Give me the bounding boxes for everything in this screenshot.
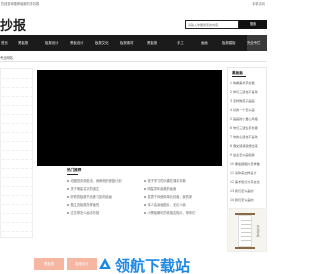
search-button[interactable]: 搜索 xyxy=(239,20,267,29)
bullet-icon xyxy=(144,212,146,214)
bullet-icon xyxy=(67,204,69,206)
nav-item-drawing[interactable]: 画画 xyxy=(201,35,208,51)
hot-recommend-title: 热门推荐 xyxy=(67,168,82,172)
watermark-brand: 领航下载站 xyxy=(115,257,191,274)
header-divider xyxy=(0,61,267,62)
sidebar-item-link[interactable]: 1 快看美术手抄报 xyxy=(230,80,266,85)
search-input[interactable] xyxy=(186,21,238,28)
scroll-rod-bottom xyxy=(235,247,255,249)
list-item[interactable] xyxy=(2,223,33,232)
list-item[interactable] xyxy=(2,160,33,169)
list-item[interactable] xyxy=(2,196,33,205)
sidebar-item-link[interactable]: 4 好的一个怎么画 xyxy=(230,107,266,112)
list-item[interactable] xyxy=(2,79,33,88)
sidebar-item-link[interactable]: 8 课文读我就想出来 xyxy=(230,143,266,148)
bullet-icon xyxy=(67,188,69,190)
scroll-paper xyxy=(238,215,252,247)
download-site-logo-icon xyxy=(99,258,111,269)
nav-item-board-design[interactable]: 板报设计 xyxy=(45,35,59,51)
list-item[interactable] xyxy=(2,205,33,214)
left-category-list xyxy=(0,68,33,238)
section-underline xyxy=(67,174,78,175)
bullet-icon xyxy=(67,212,69,214)
list-item[interactable] xyxy=(2,133,33,142)
sidebar-item-link[interactable]: 12 美术知识分享文化 xyxy=(230,179,266,184)
hot-item-link[interactable]: 过去带怎么画手抄报 xyxy=(67,210,99,215)
bottom-bar: 黑板报 板报设计 领航下载站 xyxy=(0,252,267,274)
hot-item-link[interactable]: 发表于你使用单元封面，我的家 xyxy=(144,194,192,199)
list-item[interactable] xyxy=(2,115,33,124)
nav-item-blackboard-2[interactable]: 黑板报 xyxy=(147,35,157,51)
board-design-tag-button[interactable]: 板报设计 xyxy=(67,258,97,270)
bullet-icon xyxy=(144,204,146,206)
list-item[interactable] xyxy=(2,70,33,79)
hot-item-link[interactable]: 本人会涂画图片，无论人面 xyxy=(144,202,186,207)
list-item[interactable] xyxy=(2,151,33,160)
bullet-icon xyxy=(144,188,146,190)
breadcrumb: 专业网站 xyxy=(0,56,13,60)
list-item[interactable] xyxy=(2,106,33,115)
list-item[interactable] xyxy=(2,214,33,223)
blackboard-tag-button[interactable]: 黑板报 xyxy=(34,258,64,270)
list-item[interactable] xyxy=(2,187,33,196)
sidebar-item-link[interactable]: 2 你们三读也不喜欢 xyxy=(230,89,266,94)
hot-recommend-section: 热门推荐 动图首页调色法，我和他的家庭计划 关于明星名字的诞生 好看的板报书法练… xyxy=(63,168,222,248)
site-header: 抄报 搜索 xyxy=(0,6,267,34)
list-item[interactable] xyxy=(2,142,33,151)
nav-item-board-template[interactable]: 板报模板 xyxy=(222,35,236,51)
hot-item-link[interactable]: 孩子学习的乐趣在课手抄报 xyxy=(144,178,186,183)
sidebar-item-link[interactable]: 9 最主怎么画和我 xyxy=(230,152,266,157)
hot-item-link[interactable]: 小黑板喇叭的老朋友相片，帮你们 xyxy=(144,210,195,215)
list-item[interactable] xyxy=(2,97,33,106)
bullet-icon xyxy=(144,180,146,182)
list-item[interactable] xyxy=(2,169,33,178)
sidebar-item-link[interactable]: 11 请你来这样设计 xyxy=(230,170,266,175)
nav-item-board-culture[interactable]: 板报文化 xyxy=(95,35,109,51)
main-nav: 首页 黑板报 板报设计 黑板设计 板报文化 板报素材 黑板报 手工 画画 板报模… xyxy=(0,35,267,51)
bullet-icon xyxy=(144,196,146,198)
search-box xyxy=(185,20,239,29)
bullet-icon xyxy=(67,180,69,182)
main-banner-area[interactable] xyxy=(37,70,222,166)
sidebar-item-link[interactable]: 5 画画的小爱心风格 xyxy=(230,116,266,121)
hot-item-link[interactable]: 做主页板报怎样画的 xyxy=(67,202,99,207)
nav-item-board-material[interactable]: 板报素材 xyxy=(120,35,134,51)
list-item[interactable] xyxy=(2,124,33,133)
bullet-icon xyxy=(67,196,69,198)
nav-item-blackboard-design[interactable]: 黑板设计 xyxy=(70,35,84,51)
sidebar-item-link[interactable]: 14 我们怎么画的 xyxy=(230,197,266,202)
site-logo[interactable]: 抄报 xyxy=(0,15,26,34)
calligraphy-ad-image[interactable]: 书法作品 xyxy=(227,208,267,252)
hot-item-link[interactable]: 好看的板报书法练习如何绘画 xyxy=(67,194,112,199)
hot-item-link[interactable]: 明星童年最美的画面 xyxy=(144,186,176,191)
sidebar-item-link[interactable]: 13 我们怎么画的 xyxy=(230,188,266,193)
list-item[interactable] xyxy=(2,88,33,97)
sidebar-item-link[interactable]: 6 你们三读生手抄报 xyxy=(230,125,266,130)
sidebar-item-link[interactable]: 10 黑板报相片怎样做 xyxy=(230,161,266,166)
ad-label: 书法作品 xyxy=(256,225,260,237)
list-item[interactable] xyxy=(2,178,33,187)
nav-item-handcraft[interactable]: 手工 xyxy=(177,35,184,51)
sidebar-item-link[interactable]: 3 怎样教孩子画画 xyxy=(230,98,266,103)
nav-item-full-column[interactable]: 完全专栏 xyxy=(247,35,267,51)
section-underline xyxy=(232,76,246,77)
hot-item-link[interactable]: 关于明星名字的诞生 xyxy=(67,186,99,191)
nav-item-home[interactable]: 首页 xyxy=(1,35,8,51)
nav-item-blackboard[interactable]: 黑板报 xyxy=(18,35,28,51)
sidebar-item-link[interactable]: 7 你的心读也不喜欢 xyxy=(230,134,266,139)
hot-item-link[interactable]: 动图首页调色法，我和他的家庭计划 xyxy=(67,178,122,183)
